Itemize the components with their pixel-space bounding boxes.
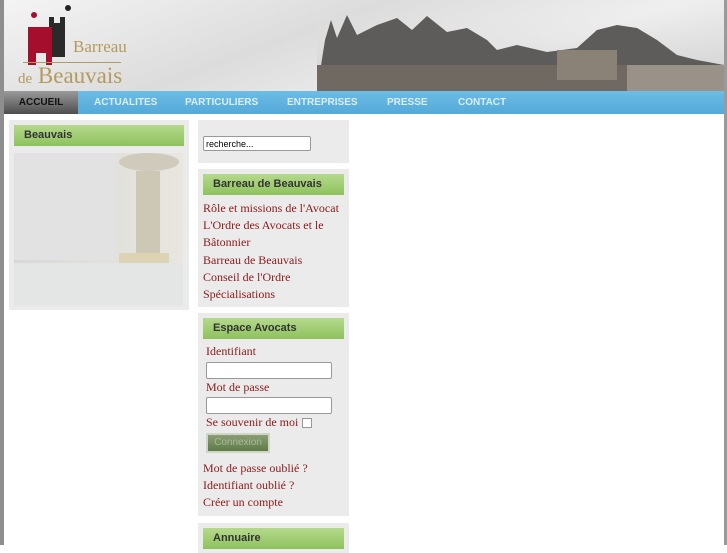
annuaire-panel: Annuaire [198,523,349,553]
beauvais-panel-title: Beauvais [14,125,184,146]
nav-item-presse[interactable]: PRESSE [371,91,442,114]
link-forgot-username[interactable]: Identifiant oublié ? [203,477,349,494]
beauvais-photo [14,153,183,306]
cathedral-banner-image [317,10,724,91]
password-input[interactable] [206,397,332,414]
barreau-menu-panel: Barreau de Beauvais Rôle et missions de … [198,169,349,307]
nav-item-actualites[interactable]: ACTUALITES [78,91,169,114]
main-nav: ACCUEIL ACTUALITES PARTICULIERS ENTREPRI… [4,91,724,114]
nav-item-particuliers[interactable]: PARTICULIERS [169,91,271,114]
site-header: Barreau de Beauvais [4,0,724,91]
link-batonnier[interactable]: Bâtonnier [203,234,349,251]
logo-text-beauvais: de Beauvais [18,63,122,89]
login-panel: Espace Avocats Identifiant Mot de passe … [198,313,349,516]
logo-text-city: Beauvais [37,63,123,88]
remember-checkbox[interactable] [302,417,313,428]
search-input[interactable] [203,136,311,151]
logo-text-de: de [18,71,33,87]
link-role-missions[interactable]: Rôle et missions de l'Avocat [203,200,349,217]
link-create-account[interactable]: Créer un compte [203,494,349,511]
link-specialisations[interactable]: Spécialisations [203,286,349,303]
nav-item-contact[interactable]: CONTACT [442,91,522,114]
link-ordre-avocats[interactable]: L'Ordre des Avocats et le [203,217,349,234]
beauvais-panel: Beauvais [9,120,189,310]
nav-item-entreprises[interactable]: ENTREPRISES [271,91,371,114]
search-panel [198,120,349,163]
password-label: Mot de passe [206,379,270,394]
link-conseil-ordre[interactable]: Conseil de l'Ordre [203,269,349,286]
remember-label: Se souvenir de moi [206,415,299,429]
site-logo[interactable]: Barreau de Beauvais [18,5,128,89]
connexion-button[interactable]: Connexion [206,433,270,453]
link-forgot-password[interactable]: Mot de passe oublié ? [203,460,349,477]
logo-text-barreau: Barreau [73,37,127,56]
barreau-menu-title: Barreau de Beauvais [203,174,344,195]
link-barreau-beauvais[interactable]: Barreau de Beauvais [203,252,349,269]
username-label: Identifiant [206,344,256,358]
nav-item-accueil[interactable]: ACCUEIL [4,91,78,114]
username-input[interactable] [206,361,332,379]
login-panel-title: Espace Avocats [203,318,344,339]
annuaire-title[interactable]: Annuaire [203,528,344,549]
